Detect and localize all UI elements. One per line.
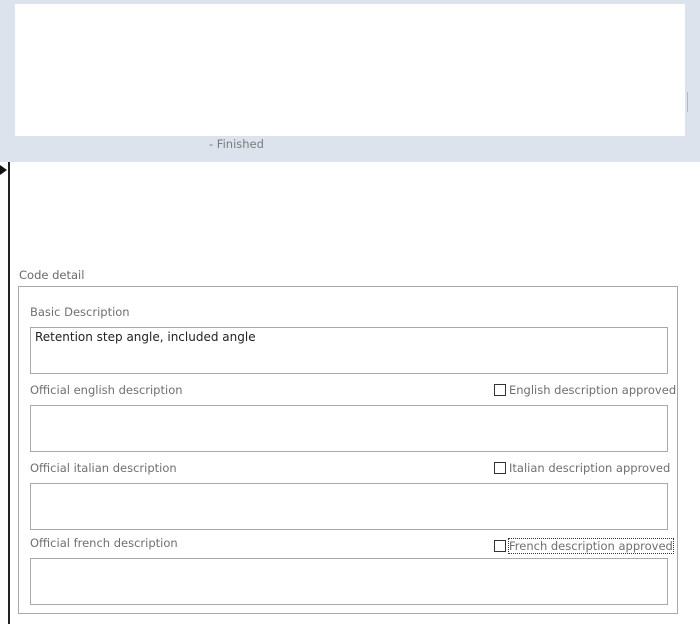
french-approved-checkbox-box[interactable]: [494, 540, 506, 552]
english-description-label: Official english description: [30, 383, 183, 397]
basic-description-label: Basic Description: [30, 305, 130, 319]
english-approved-checkbox-box[interactable]: [494, 384, 506, 396]
english-approved-label[interactable]: English description approved: [509, 383, 676, 397]
basic-description-field[interactable]: Retention step angle, included angle: [30, 327, 668, 374]
french-approved-label[interactable]: French description approved: [508, 538, 674, 554]
current-record-arrow-icon[interactable]: [0, 165, 7, 175]
french-description-field[interactable]: [30, 558, 668, 605]
english-approved-checkbox[interactable]: English description approved: [494, 382, 676, 398]
status-text: - Finished: [209, 137, 264, 151]
code-detail-group-label: Code detail: [19, 268, 85, 282]
english-description-field[interactable]: [30, 405, 668, 452]
italian-approved-label[interactable]: Italian description approved: [509, 461, 670, 475]
italian-description-label: Official italian description: [30, 461, 177, 475]
header-panel: [15, 4, 685, 136]
french-description-label: Official french description: [30, 536, 178, 550]
record-selector-bar: [8, 162, 10, 624]
panel-edge: [685, 92, 688, 112]
italian-approved-checkbox-box[interactable]: [494, 462, 506, 474]
italian-description-field[interactable]: [30, 483, 668, 530]
italian-approved-checkbox[interactable]: Italian description approved: [494, 460, 670, 476]
header-section: - Finished: [0, 0, 700, 162]
french-approved-checkbox[interactable]: French description approved: [494, 538, 674, 554]
